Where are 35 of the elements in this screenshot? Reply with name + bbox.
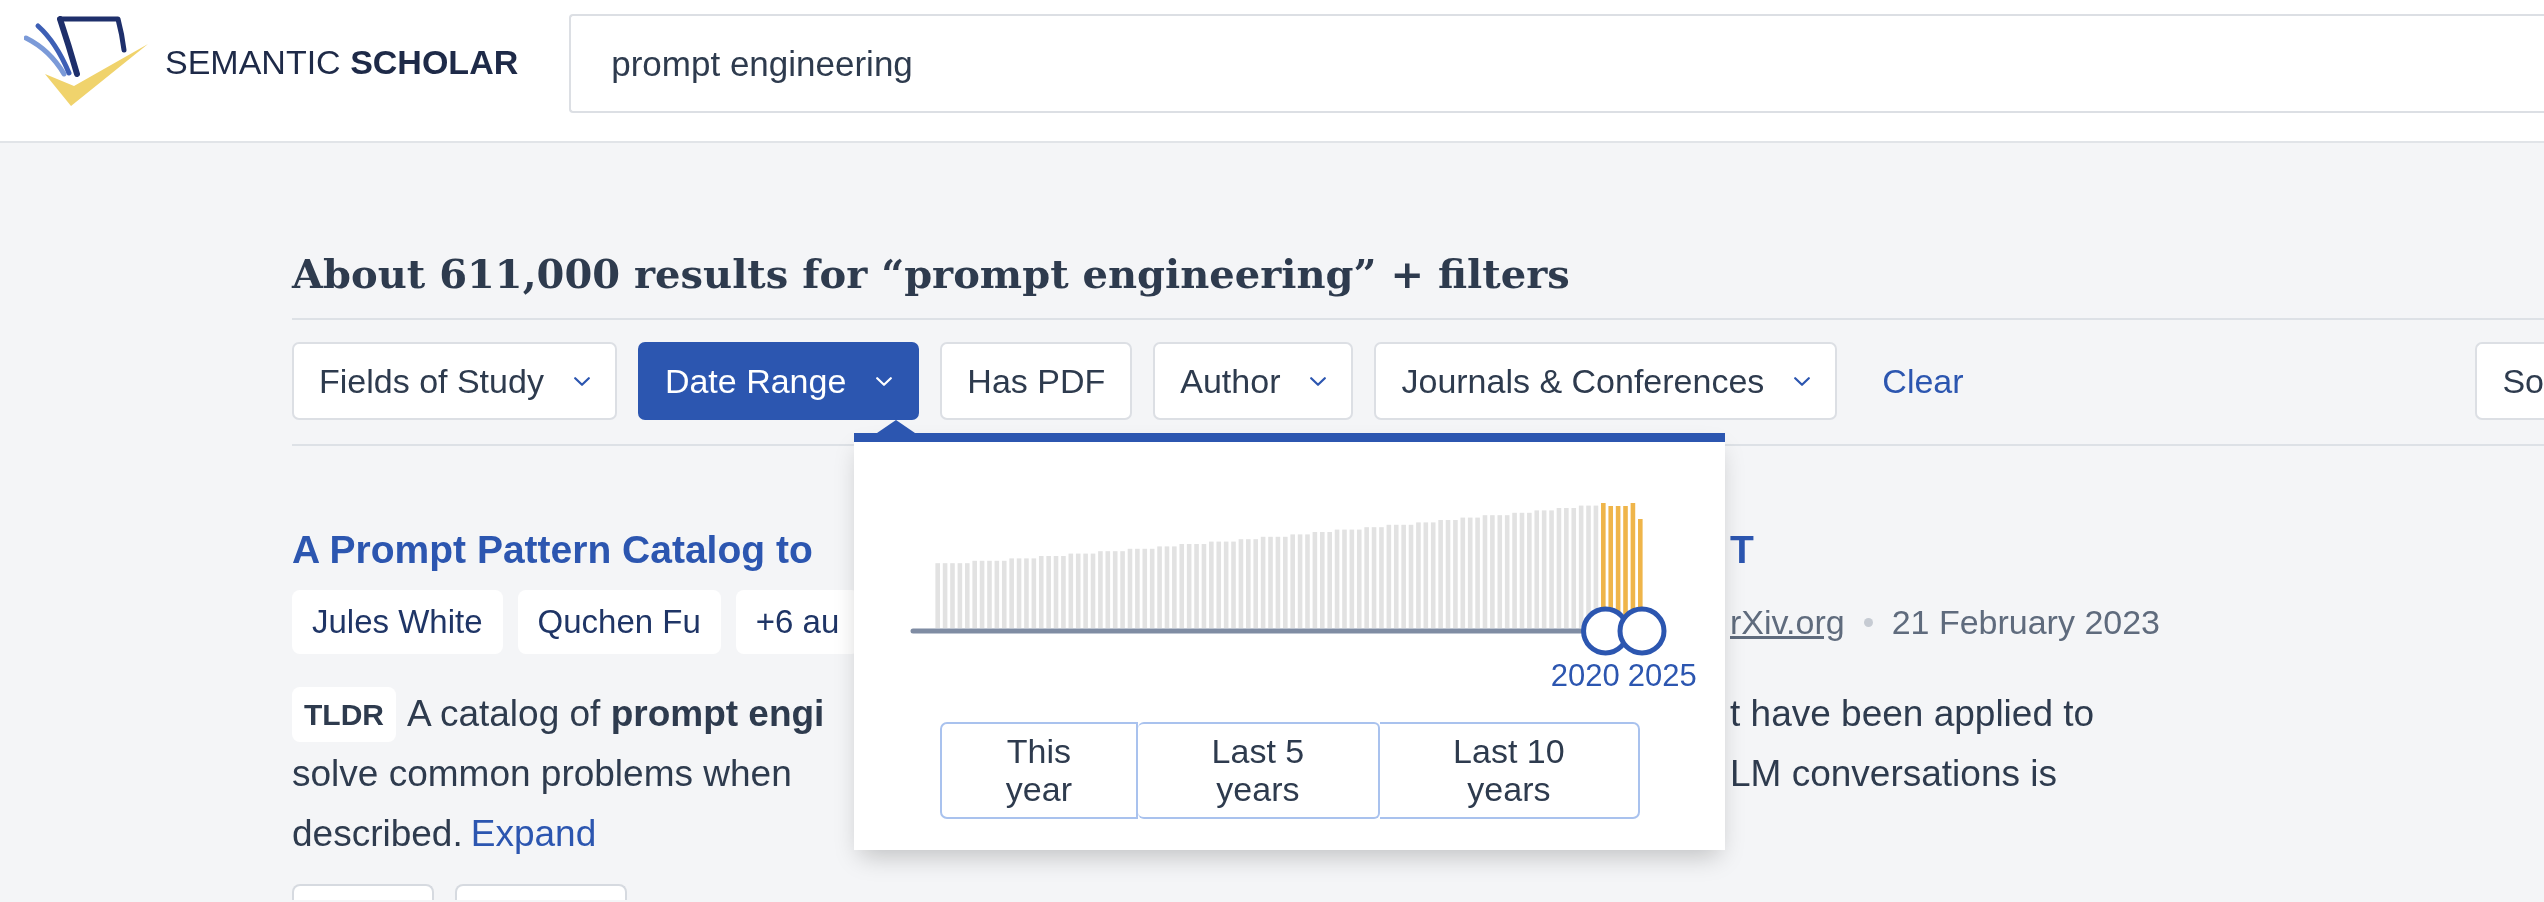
chevron-down-icon xyxy=(1794,376,1811,386)
separator-dot-icon xyxy=(1863,617,1873,627)
chevron-down-icon xyxy=(876,376,893,386)
search-field[interactable]: prompt engineering xyxy=(569,14,2544,113)
filter-dropdown-button[interactable]: Journals & Conferences xyxy=(1374,342,1838,420)
chevron-down-icon xyxy=(573,376,590,386)
year-label: 2025 xyxy=(1627,658,1697,693)
clear-filters-link[interactable]: Clear xyxy=(1882,355,1964,407)
results-heading: About 611,000 results for “prompt engineering” + filters xyxy=(292,251,1570,297)
tldr-label: TLDR xyxy=(292,686,396,742)
publication-date: 21 February 2023 xyxy=(1891,601,2161,643)
tldr-text: solve common problems when xyxy=(292,752,792,796)
venue-link[interactable]: rXiv.org xyxy=(1730,596,1845,648)
date-preset-button[interactable]: This year xyxy=(939,722,1138,819)
expand-link[interactable]: Expand xyxy=(470,804,597,864)
range-slider-handle[interactable] xyxy=(1617,606,1667,656)
year-label: 2020 xyxy=(1550,658,1620,693)
paper-title-link[interactable]: A Prompt Pattern Catalog to xyxy=(292,526,813,574)
chevron-down-icon xyxy=(1310,376,1327,386)
filter-dropdown-button[interactable]: Fields of Study xyxy=(292,342,617,420)
sort-dropdown-button[interactable]: So xyxy=(2475,342,2544,420)
author-chip[interactable]: Quchen Fu xyxy=(517,590,721,654)
paper-title-link[interactable]: T xyxy=(1730,526,1754,574)
tldr-text: LM conversations is xyxy=(1730,752,2057,796)
home-logo-link[interactable]: SEMANTIC SCHOLAR xyxy=(24,16,519,107)
tldr-text: A catalog of prompt engi xyxy=(407,692,825,736)
tldr-text: described. xyxy=(292,812,463,856)
date-preset-button[interactable]: Last 10 years xyxy=(1379,722,1640,819)
range-slider-track[interactable] xyxy=(910,606,1667,656)
date-preset-button[interactable]: Last 5 years xyxy=(1137,722,1380,819)
tldr-text: t have been applied to xyxy=(1730,692,2095,736)
filter-toggle-button[interactable]: Has PDF xyxy=(940,342,1133,420)
filter-dropdown-button[interactable]: Author xyxy=(1153,342,1354,420)
author-chip[interactable]: Jules White xyxy=(292,590,503,654)
logo-icon xyxy=(24,16,148,107)
